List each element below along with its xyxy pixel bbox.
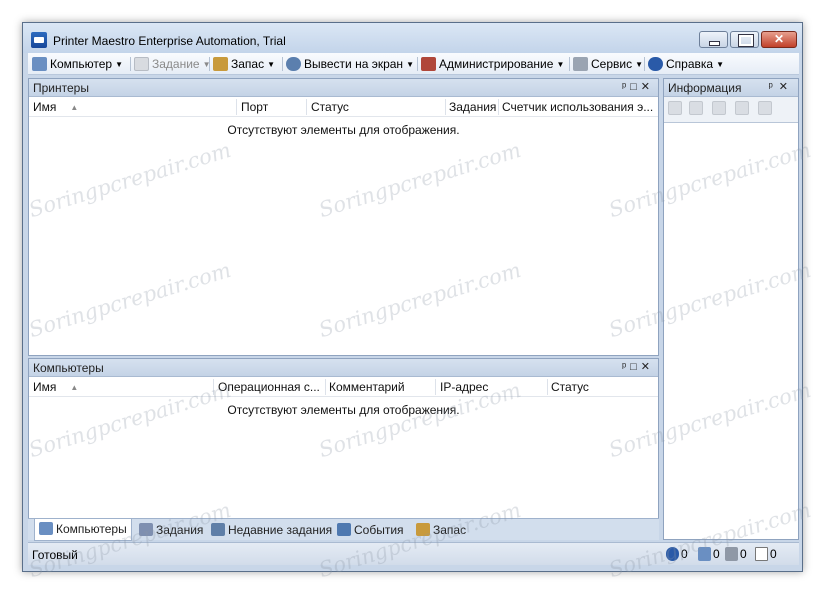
column-usage-counter[interactable]: Счетчик использования э... bbox=[502, 100, 653, 114]
counter-value: 0 bbox=[713, 547, 720, 561]
printers-table-header: Имя ▲ Порт Статус Задания Счетчик использ… bbox=[29, 97, 658, 117]
status-text: Готовый bbox=[32, 548, 78, 562]
title-bar[interactable]: Printer Maestro Enterprise Automation, T… bbox=[23, 23, 802, 53]
computers-panel: Компьютеры ᵖ□✕ Имя ▲ Операционная с... Ко… bbox=[28, 358, 659, 519]
counter-value: 0 bbox=[770, 547, 777, 561]
printers-empty-message: Отсутствуют элементы для отображения. bbox=[227, 123, 460, 137]
tools-icon bbox=[573, 57, 588, 71]
printers-panel: Принтеры ᵖ□✕ Имя ▲ Порт Статус Задания Сч… bbox=[28, 78, 659, 356]
info-icon bbox=[666, 547, 679, 561]
minimize-button[interactable] bbox=[699, 31, 728, 48]
menu-supply[interactable]: Запас ▼ bbox=[213, 56, 275, 72]
column-label: Имя bbox=[33, 100, 57, 114]
computers-panel-header: Компьютеры ᵖ□✕ bbox=[29, 359, 658, 377]
menu-label: Администрирование bbox=[439, 57, 554, 71]
computer-status-icon bbox=[698, 547, 711, 561]
menu-help[interactable]: Справка ▼ bbox=[648, 56, 724, 72]
box-icon bbox=[213, 57, 228, 71]
menu-administration[interactable]: Администрирование ▼ bbox=[421, 56, 564, 72]
tab-supply[interactable]: Запас bbox=[416, 522, 466, 538]
menu-view[interactable]: Вывести на экран ▼ bbox=[286, 56, 414, 72]
information-panel-title: Информация bbox=[668, 81, 742, 95]
menu-service[interactable]: Сервис ▼ bbox=[573, 56, 643, 72]
tab-label: Задания bbox=[156, 523, 204, 537]
app-window: Printer Maestro Enterprise Automation, T… bbox=[22, 22, 803, 572]
tab-jobs[interactable]: Задания bbox=[139, 522, 203, 538]
information-panel-header: Информация ᵖ✕ bbox=[664, 79, 798, 97]
help-icon bbox=[648, 57, 663, 71]
app-logo-icon bbox=[31, 32, 47, 48]
close-button[interactable] bbox=[761, 31, 797, 48]
tab-recent-jobs[interactable]: Недавние задания bbox=[211, 522, 332, 538]
list-icon[interactable] bbox=[735, 101, 749, 115]
panel-controls[interactable]: ᵖ□✕ bbox=[622, 80, 654, 93]
column-port[interactable]: Порт bbox=[241, 100, 268, 114]
panel-controls[interactable]: ᵖ✕ bbox=[769, 80, 794, 93]
tab-label: Компьютеры bbox=[56, 522, 127, 536]
box-icon bbox=[416, 523, 430, 536]
column-status[interactable]: Статус bbox=[551, 380, 589, 394]
column-os[interactable]: Операционная с... bbox=[218, 380, 320, 394]
column-status[interactable]: Статус bbox=[311, 100, 349, 114]
document-icon[interactable] bbox=[712, 101, 726, 115]
menu-label: Компьютер bbox=[50, 57, 113, 71]
sort-up-icon: ▲ bbox=[70, 103, 79, 112]
recent-jobs-icon bbox=[211, 523, 225, 536]
box-icon[interactable] bbox=[758, 101, 772, 115]
menu-job[interactable]: Задание ▼ bbox=[134, 56, 211, 72]
computers-table-header: Имя ▲ Операционная с... Комментарий IP-ад… bbox=[29, 377, 658, 397]
status-counter-info: 0 bbox=[666, 547, 688, 561]
computers-panel-title: Компьютеры bbox=[33, 361, 104, 375]
menu-label: Вывести на экран bbox=[304, 57, 404, 71]
tab-label: Недавние задания bbox=[228, 523, 333, 537]
menu-label: Справка bbox=[666, 57, 714, 71]
maximize-button[interactable] bbox=[730, 31, 759, 48]
column-jobs[interactable]: Задания bbox=[449, 100, 496, 114]
status-counter-computers: 0 bbox=[698, 547, 720, 561]
column-name[interactable]: Имя ▲ bbox=[33, 380, 78, 394]
admin-icon bbox=[421, 57, 436, 71]
menu-bar: Компьютер ▼ Задание ▼ Запас ▼ Вывести на эк… bbox=[28, 53, 799, 75]
printer-status-icon bbox=[725, 547, 738, 561]
information-panel: Информация ᵖ✕ bbox=[663, 78, 799, 540]
menu-label: Задание bbox=[152, 57, 200, 71]
panel-controls[interactable]: ᵖ□✕ bbox=[622, 360, 654, 373]
computers-icon bbox=[39, 522, 53, 535]
column-label: Имя bbox=[33, 380, 57, 394]
tab-computers[interactable]: Компьютеры bbox=[34, 519, 132, 541]
jobs-icon bbox=[139, 523, 153, 536]
job-icon bbox=[134, 57, 149, 71]
computer-icon[interactable] bbox=[668, 101, 682, 115]
computers-empty-message: Отсутствуют элементы для отображения. bbox=[227, 403, 460, 417]
information-toolbar bbox=[664, 97, 798, 123]
menu-label: Сервис bbox=[591, 57, 633, 71]
magnifier-icon bbox=[286, 57, 301, 71]
events-icon bbox=[337, 523, 351, 536]
tab-events[interactable]: События bbox=[337, 522, 404, 538]
column-name[interactable]: Имя ▲ bbox=[33, 100, 78, 114]
menu-label: Запас bbox=[231, 57, 265, 71]
column-comment[interactable]: Комментарий bbox=[329, 380, 405, 394]
printers-panel-header: Принтеры ᵖ□✕ bbox=[29, 79, 658, 97]
column-ip-address[interactable]: IP-адрес bbox=[440, 380, 488, 394]
computers-icon bbox=[32, 57, 47, 71]
menu-computer[interactable]: Компьютер ▼ bbox=[32, 56, 123, 72]
counter-value: 0 bbox=[681, 547, 688, 561]
tab-label: Запас bbox=[433, 523, 467, 537]
printer-icon[interactable] bbox=[689, 101, 703, 115]
document-status-icon bbox=[755, 547, 768, 561]
counter-value: 0 bbox=[740, 547, 747, 561]
tab-label: События bbox=[354, 523, 404, 537]
status-bar: Готовый 0 0 0 0 bbox=[28, 542, 799, 565]
sort-up-icon: ▲ bbox=[70, 383, 79, 392]
status-counter-printers: 0 bbox=[725, 547, 747, 561]
window-title: Printer Maestro Enterprise Automation, T… bbox=[53, 34, 286, 48]
status-counter-documents: 0 bbox=[755, 547, 777, 561]
printers-panel-title: Принтеры bbox=[33, 81, 89, 95]
bottom-tab-strip: Компьютеры Задания Недавние задания Собы… bbox=[28, 518, 659, 541]
